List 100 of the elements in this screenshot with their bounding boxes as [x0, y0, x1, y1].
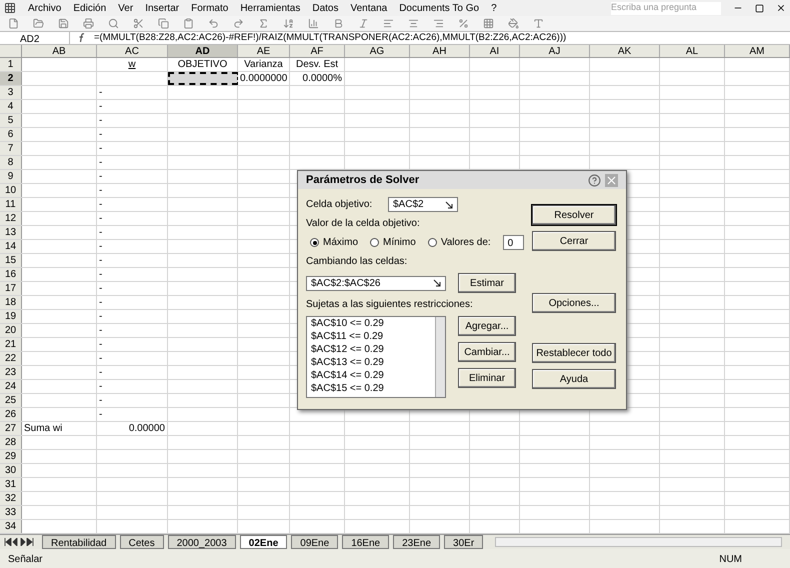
- help-search-field[interactable]: Escriba una pregunta: [611, 2, 721, 14]
- row-header[interactable]: 8: [0, 156, 22, 169]
- row-header[interactable]: 4: [0, 100, 22, 113]
- row-header[interactable]: 18: [0, 296, 22, 309]
- sheet-tab[interactable]: 16Ene: [342, 535, 390, 549]
- printer-icon[interactable]: [83, 18, 94, 29]
- table-cell[interactable]: OBJETIVO: [168, 58, 238, 71]
- column-header[interactable]: AJ: [520, 45, 590, 57]
- column-header[interactable]: AF: [290, 45, 345, 57]
- row-header[interactable]: 9: [0, 170, 22, 183]
- row-header[interactable]: 11: [0, 198, 22, 211]
- sheet-tab[interactable]: Rentabilidad: [42, 535, 116, 549]
- menu-item[interactable]: Archivo: [28, 0, 62, 16]
- row-header[interactable]: 3: [0, 86, 22, 99]
- column-header[interactable]: AH: [410, 45, 470, 57]
- table-cell[interactable]: -: [97, 156, 168, 169]
- constraint-item[interactable]: $AC$12 <= 0.29: [311, 343, 431, 356]
- borders-icon[interactable]: [483, 18, 494, 29]
- collapse-dialog-icon[interactable]: [445, 200, 453, 208]
- sort-icon[interactable]: [283, 18, 294, 29]
- save-icon[interactable]: [58, 18, 69, 29]
- dialog-button[interactable]: Estimar: [458, 273, 516, 293]
- row-header[interactable]: 21: [0, 338, 22, 351]
- new-file-icon[interactable]: [8, 18, 19, 29]
- dialog-button[interactable]: Ayuda: [532, 369, 616, 389]
- table-cell[interactable]: 0.0000%: [290, 72, 345, 85]
- table-cell[interactable]: -: [97, 240, 168, 253]
- sheet-tab[interactable]: 02Ene: [240, 535, 288, 549]
- font-color-icon[interactable]: [533, 18, 544, 29]
- constraint-item[interactable]: $AC$14 <= 0.29: [311, 369, 431, 382]
- row-header[interactable]: 30: [0, 464, 22, 477]
- constraint-item[interactable]: $AC$11 <= 0.29: [311, 330, 431, 343]
- clipboard-icon[interactable]: [183, 18, 194, 29]
- column-header[interactable]: AB: [22, 45, 97, 57]
- chart-icon[interactable]: [308, 18, 319, 29]
- bold-icon[interactable]: [333, 18, 344, 29]
- formula-field[interactable]: =(MMULT(B28:Z28,AC2:AC26)-#REF!)/RAIZ(MMULT(TRANSPONER(AC2:AC26),MMULT(B2:Z26,AC2:AC26))): [94, 30, 566, 46]
- table-cell[interactable]: -: [97, 114, 168, 127]
- dialog-button[interactable]: Opciones...: [532, 293, 616, 313]
- dialog-button[interactable]: Restablecer todo: [532, 343, 616, 363]
- row-header[interactable]: 6: [0, 128, 22, 141]
- table-cell[interactable]: 0.00000: [97, 422, 168, 435]
- constraint-item[interactable]: $AC$10 <= 0.29: [311, 317, 431, 330]
- column-header[interactable]: AL: [660, 45, 725, 57]
- scissors-icon[interactable]: [133, 18, 144, 29]
- table-cell[interactable]: -: [97, 100, 168, 113]
- table-cell[interactable]: Suma wi: [22, 422, 97, 435]
- dialog-button[interactable]: Resolver: [532, 205, 616, 225]
- row-header[interactable]: 32: [0, 492, 22, 505]
- row-header[interactable]: 24: [0, 380, 22, 393]
- dialog-button[interactable]: Cerrar: [532, 231, 616, 251]
- sheet-tab[interactable]: 23Ene: [393, 535, 440, 549]
- table-cell[interactable]: -: [97, 296, 168, 309]
- table-cell[interactable]: -: [97, 268, 168, 281]
- row-header[interactable]: 28: [0, 436, 22, 449]
- constraint-item[interactable]: $AC$15 <= 0.29: [311, 382, 431, 395]
- row-header[interactable]: 19: [0, 310, 22, 323]
- align-left-icon[interactable]: [383, 18, 394, 29]
- menu-item[interactable]: Datos: [312, 0, 338, 16]
- dialog-button[interactable]: Agregar...: [458, 316, 516, 336]
- row-header[interactable]: 14: [0, 240, 22, 253]
- redo-icon[interactable]: [233, 18, 244, 29]
- sheet-tab[interactable]: 2000_2003: [168, 535, 236, 549]
- row-header[interactable]: 27: [0, 422, 22, 435]
- target-cell-field[interactable]: $AC$2: [388, 197, 458, 212]
- menu-item[interactable]: Herramientas: [240, 0, 300, 16]
- row-header[interactable]: 23: [0, 366, 22, 379]
- dialog-button[interactable]: Cambiar...: [458, 342, 516, 362]
- table-cell[interactable]: -: [97, 282, 168, 295]
- table-cell[interactable]: Desv. Est: [290, 58, 345, 71]
- column-header[interactable]: AK: [590, 45, 660, 57]
- value-field[interactable]: 0: [502, 235, 524, 250]
- selected-cell[interactable]: [168, 72, 238, 85]
- row-header[interactable]: 34: [0, 520, 22, 533]
- sheet-tab[interactable]: 30Er: [444, 535, 484, 549]
- table-cell[interactable]: -: [97, 324, 168, 337]
- row-header[interactable]: 26: [0, 408, 22, 421]
- italic-icon[interactable]: [358, 18, 369, 29]
- table-cell[interactable]: -: [97, 128, 168, 141]
- table-cell[interactable]: -: [97, 226, 168, 239]
- menu-item[interactable]: Insertar: [145, 0, 180, 16]
- search-icon[interactable]: [108, 18, 119, 29]
- row-header[interactable]: 20: [0, 324, 22, 337]
- row-header[interactable]: 29: [0, 450, 22, 463]
- scrollbar[interactable]: [435, 317, 445, 397]
- fill-color-icon[interactable]: [508, 18, 519, 29]
- menu-item[interactable]: Formato: [191, 0, 228, 16]
- menu-item[interactable]: Edición: [73, 0, 106, 16]
- menu-item[interactable]: Documents To Go: [399, 0, 480, 16]
- help-icon[interactable]: [588, 174, 601, 186]
- table-cell[interactable]: -: [97, 394, 168, 407]
- dialog-button[interactable]: Eliminar: [458, 368, 516, 388]
- column-header[interactable]: AE: [238, 45, 290, 57]
- table-cell[interactable]: 0.0000000: [238, 72, 290, 85]
- changing-cells-field[interactable]: $AC$2:$AC$26: [306, 276, 446, 290]
- table-cell[interactable]: -: [97, 408, 168, 421]
- radio-option[interactable]: Mínimo: [370, 235, 416, 250]
- table-cell[interactable]: -: [97, 184, 168, 197]
- sheet-tab[interactable]: 09Ene: [291, 535, 338, 549]
- horizontal-scrollbar[interactable]: [495, 537, 782, 547]
